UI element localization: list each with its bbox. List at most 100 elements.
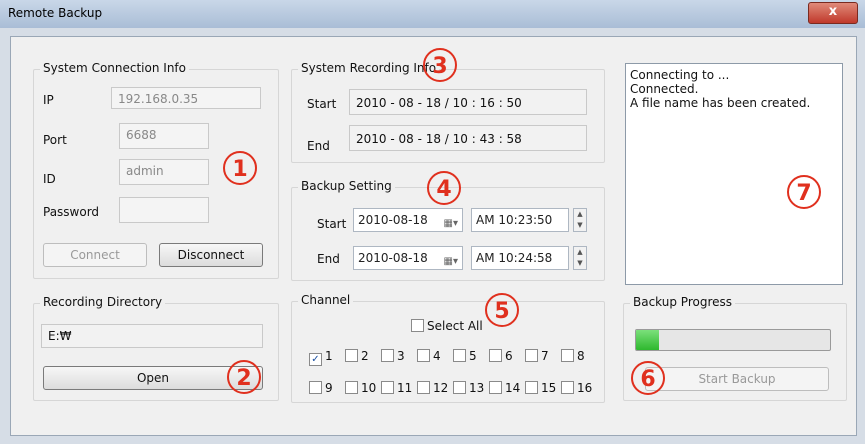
backup-start-time[interactable]: AM 10:23:50 (471, 208, 569, 232)
system-connection-label: System Connection Info (40, 61, 189, 75)
directory-path-field[interactable]: E:₩ (41, 324, 263, 348)
callout-4: 4 (427, 171, 461, 205)
channel-1-checkbox[interactable]: ✓ 1 (309, 349, 333, 366)
channel-3-checkbox[interactable]: 3 (381, 349, 405, 363)
channel-15-checkbox[interactable]: 15 (525, 381, 556, 395)
calendar-dropdown-icon[interactable]: ▦▾ (444, 213, 458, 235)
password-label: Password (43, 205, 100, 219)
channel-2-checkbox[interactable]: 2 (345, 349, 369, 363)
channel-10-checkbox[interactable]: 10 (345, 381, 376, 395)
select-all-label: Select All (427, 319, 483, 333)
checkbox-box[interactable] (453, 381, 466, 394)
id-label: ID (43, 172, 56, 186)
port-field[interactable]: 6688 (119, 123, 209, 149)
port-label: Port (43, 133, 67, 147)
channel-number-label: 16 (577, 381, 593, 395)
checkbox-box[interactable] (489, 381, 502, 394)
channel-number-label: 13 (469, 381, 485, 395)
checkbox-box[interactable] (309, 381, 322, 394)
window-title: Remote Backup (8, 6, 103, 20)
recording-directory-label: Recording Directory (40, 295, 166, 309)
checkbox-box[interactable] (561, 381, 574, 394)
channel-9-checkbox[interactable]: 9 (309, 381, 333, 395)
rec-end-label: End (307, 139, 330, 153)
close-button[interactable]: x (808, 2, 858, 24)
checkbox-box[interactable] (411, 319, 424, 332)
id-field[interactable]: admin (119, 159, 209, 185)
connect-button[interactable]: Connect (43, 243, 147, 267)
channel-14-checkbox[interactable]: 14 (489, 381, 520, 395)
checkbox-box[interactable] (417, 381, 430, 394)
channel-number-label: 10 (361, 381, 377, 395)
calendar-dropdown-icon[interactable]: ▦▾ (444, 251, 458, 273)
callout-2: 2 (227, 360, 261, 394)
callout-3: 3 (423, 48, 457, 82)
channel-label: Channel (298, 293, 354, 307)
title-bar[interactable]: Remote Backup x (0, 0, 865, 28)
channel-number-label: 6 (505, 349, 513, 363)
backup-end-date[interactable]: 2010-08-18 ▦▾ (353, 246, 463, 270)
checkbox-box[interactable] (381, 381, 394, 394)
select-all-checkbox[interactable]: Select All (411, 319, 483, 333)
log-box[interactable]: Connecting to ... Connected. A file name… (625, 63, 843, 285)
rec-start-label: Start (307, 97, 337, 111)
channel-number-label: 5 (469, 349, 477, 363)
remote-backup-window: Remote Backup x System Connection Info I… (0, 0, 865, 444)
channel-11-checkbox[interactable]: 11 (381, 381, 412, 395)
backup-start-date[interactable]: 2010-08-18 ▦▾ (353, 208, 463, 232)
checkbox-box[interactable] (453, 349, 466, 362)
callout-6: 6 (631, 361, 665, 395)
disconnect-button[interactable]: Disconnect (159, 243, 263, 267)
backup-start-date-value: 2010-08-18 (358, 213, 428, 227)
channel-16-checkbox[interactable]: 16 (561, 381, 592, 395)
channel-13-checkbox[interactable]: 13 (453, 381, 484, 395)
spin-up-icon[interactable]: ▲ (574, 209, 586, 220)
channel-number-label: 11 (397, 381, 413, 395)
spin-down-icon[interactable]: ▼ (574, 258, 586, 269)
channel-5-checkbox[interactable]: 5 (453, 349, 477, 363)
backup-start-time-value: AM 10:23:50 (476, 213, 553, 227)
channel-number-label: 4 (433, 349, 441, 363)
spin-up-icon[interactable]: ▲ (574, 247, 586, 258)
checkbox-box[interactable] (561, 349, 574, 362)
channel-number-label: 2 (361, 349, 369, 363)
channel-7-checkbox[interactable]: 7 (525, 349, 549, 363)
backup-setting-label: Backup Setting (298, 179, 395, 193)
checkbox-box[interactable] (345, 381, 358, 394)
checkbox-box[interactable] (525, 381, 538, 394)
password-field[interactable] (119, 197, 209, 223)
callout-1: 1 (223, 151, 257, 185)
channel-number-label: 15 (541, 381, 557, 395)
channel-number-label: 14 (505, 381, 521, 395)
checkbox-box[interactable] (489, 349, 502, 362)
system-recording-label: System Recording Info (298, 61, 440, 75)
start-backup-button[interactable]: Start Backup (645, 367, 829, 391)
end-time-spinner[interactable]: ▲ ▼ (573, 246, 587, 270)
backup-end-time-value: AM 10:24:58 (476, 251, 553, 265)
checkbox-box[interactable] (381, 349, 394, 362)
backup-progress-label: Backup Progress (630, 295, 736, 309)
backup-progress-bar (635, 329, 831, 351)
channel-12-checkbox[interactable]: 12 (417, 381, 448, 395)
start-time-spinner[interactable]: ▲ ▼ (573, 208, 587, 232)
channel-6-checkbox[interactable]: 6 (489, 349, 513, 363)
checkbox-box[interactable] (417, 349, 430, 362)
log-line: A file name has been created. (630, 96, 811, 110)
channel-4-checkbox[interactable]: 4 (417, 349, 441, 363)
backup-end-label: End (317, 252, 340, 266)
backup-end-date-value: 2010-08-18 (358, 251, 428, 265)
channel-number-label: 12 (433, 381, 449, 395)
channel-8-checkbox[interactable]: 8 (561, 349, 585, 363)
checkbox-box[interactable]: ✓ (309, 353, 322, 366)
backup-end-time[interactable]: AM 10:24:58 (471, 246, 569, 270)
ip-label: IP (43, 93, 54, 107)
spin-down-icon[interactable]: ▼ (574, 220, 586, 231)
callout-7: 7 (787, 175, 821, 209)
channel-number-label: 9 (325, 381, 333, 395)
checkbox-box[interactable] (345, 349, 358, 362)
channel-number-label: 1 (325, 349, 333, 363)
ip-field[interactable]: 192.168.0.35 (111, 87, 261, 109)
log-line: Connected. (630, 82, 699, 96)
channel-number-label: 7 (541, 349, 549, 363)
checkbox-box[interactable] (525, 349, 538, 362)
